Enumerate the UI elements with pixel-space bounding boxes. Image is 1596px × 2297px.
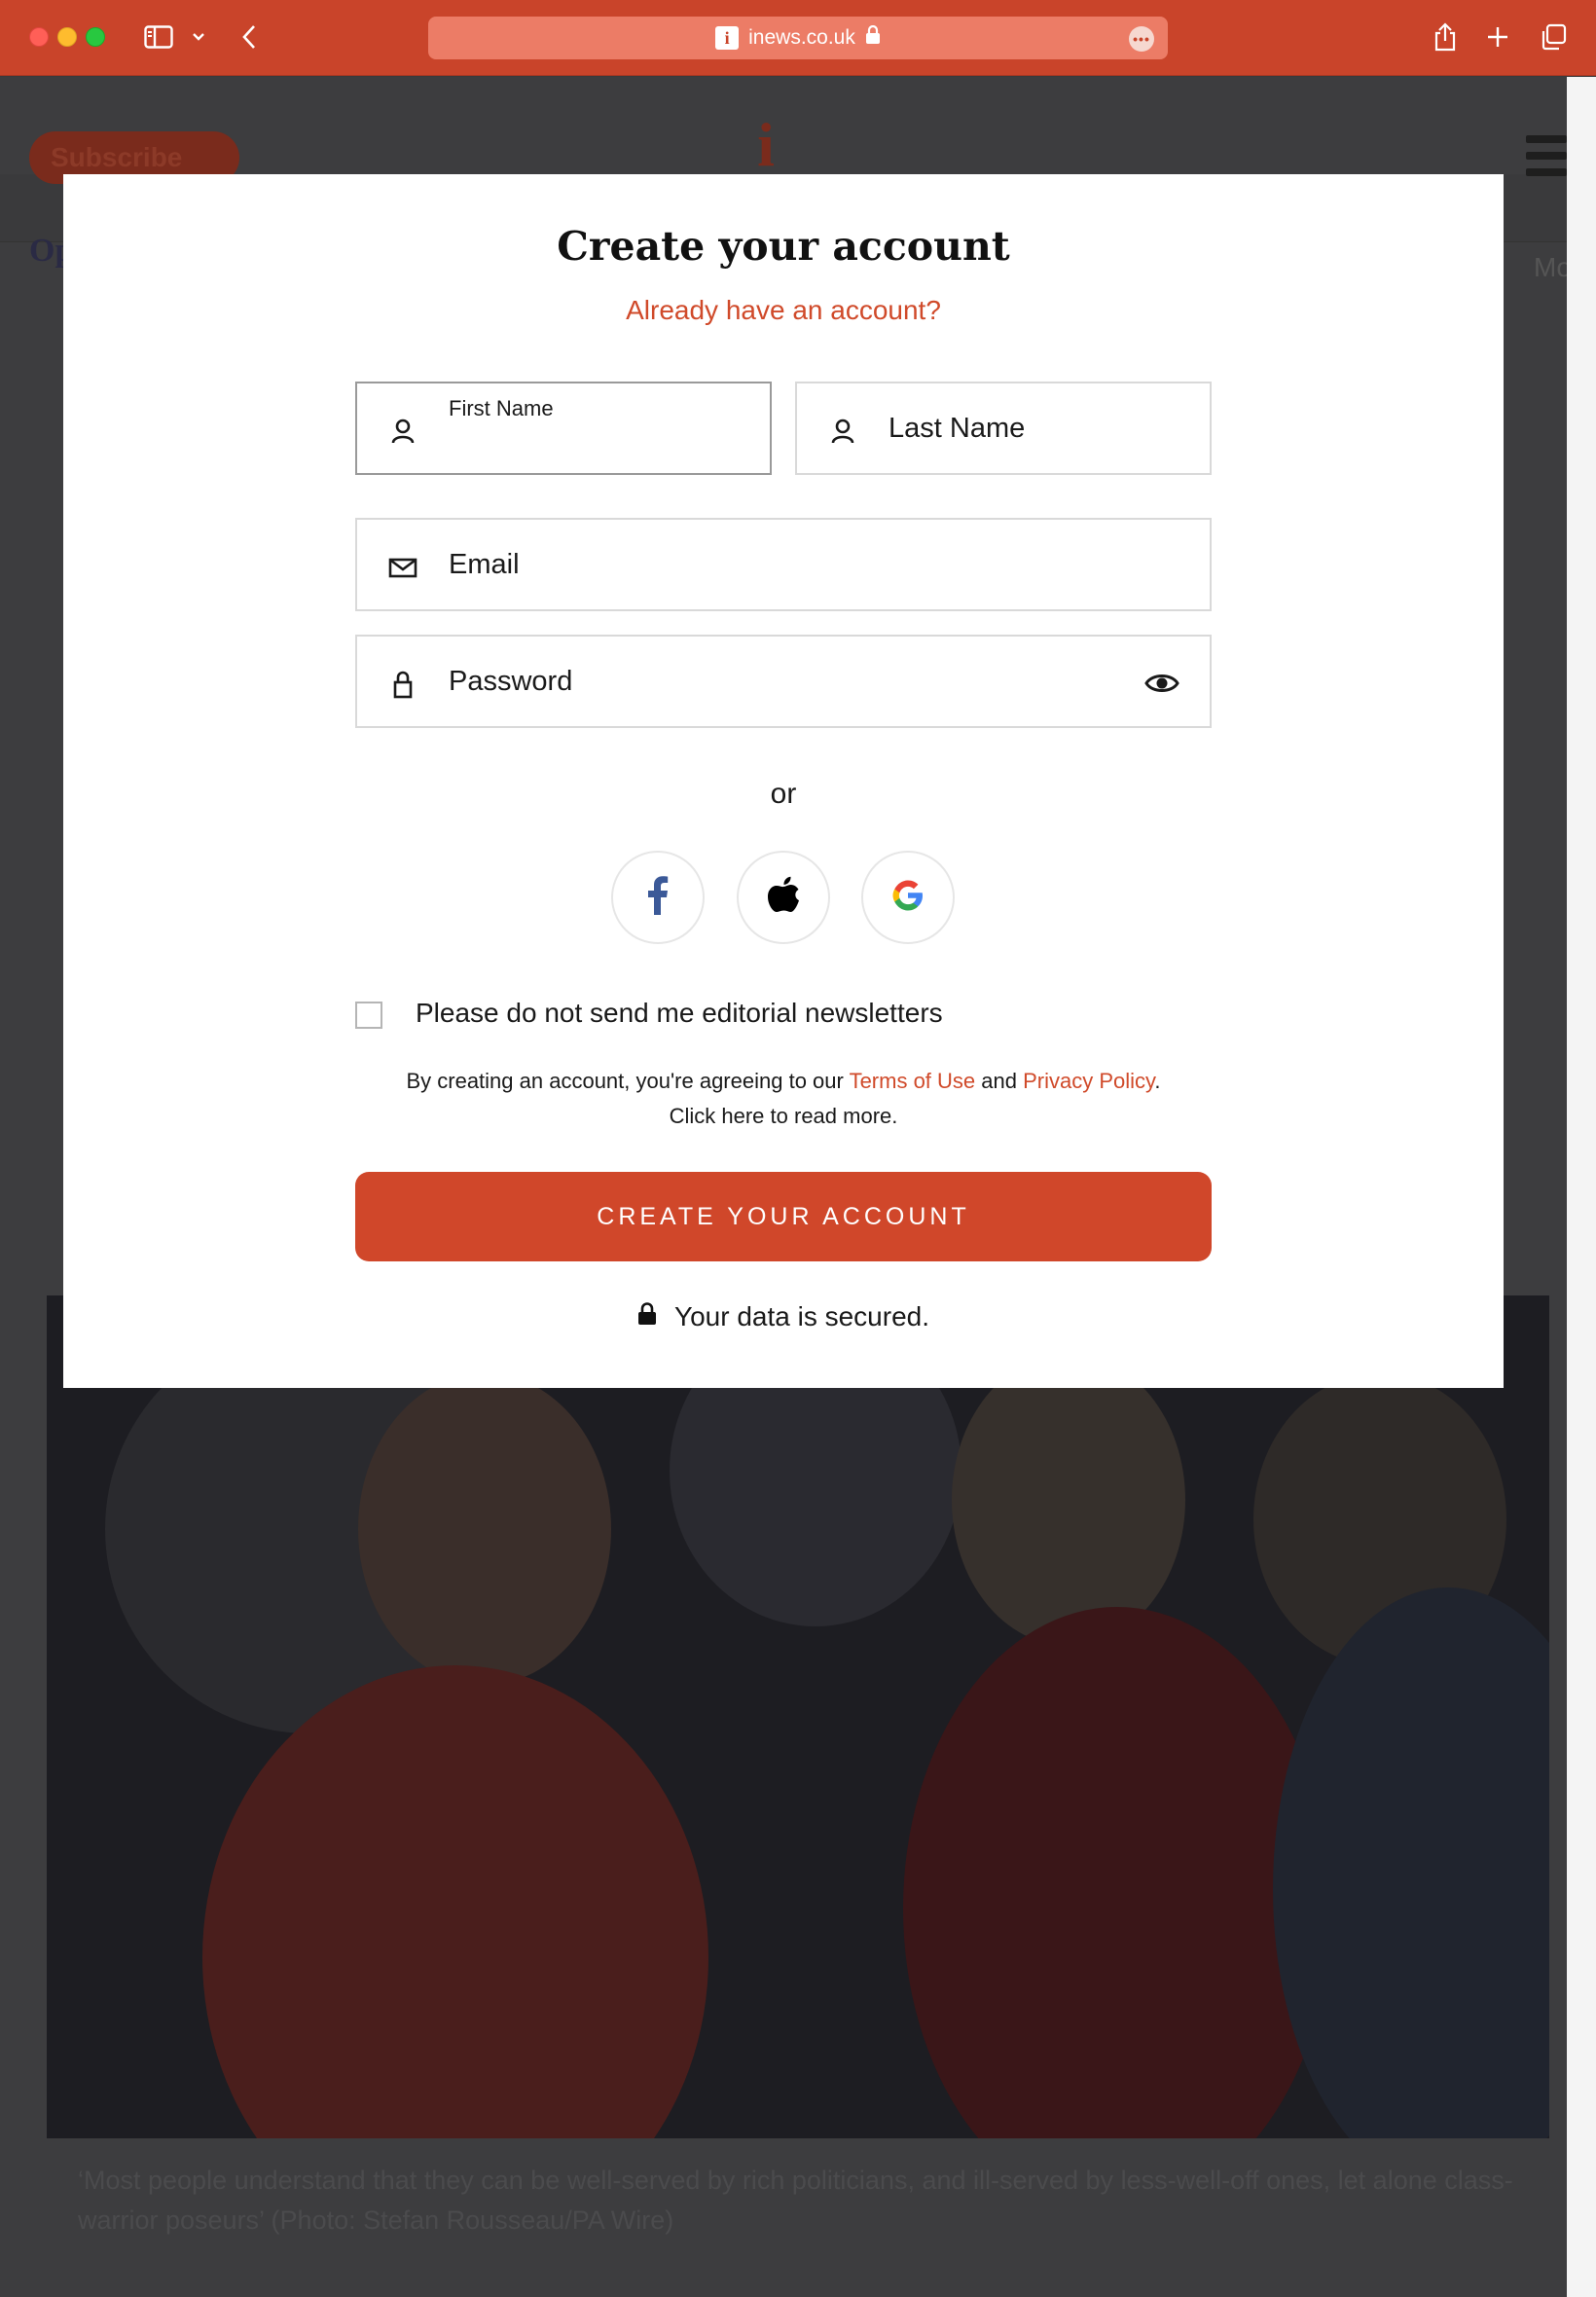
user-icon [828, 417, 857, 446]
lock-icon [865, 24, 881, 51]
password-label: Password [449, 666, 573, 697]
image-caption: ‘Most people understand that they can be… [78, 2166, 1513, 2235]
secure-notice: Your data is secured. [63, 1301, 1504, 1332]
nav-item-more: Mo [1534, 252, 1567, 282]
modal-title: Create your account [557, 223, 1010, 270]
facebook-login-button[interactable] [611, 851, 705, 944]
email-field[interactable]: Email [355, 518, 1212, 611]
padlock-icon [388, 670, 417, 699]
read-more-link[interactable]: Click here to read more. [63, 1099, 1504, 1134]
last-name-field[interactable]: Last Name [795, 382, 1212, 475]
sidebar-toggle-icon[interactable] [142, 19, 175, 55]
create-account-button[interactable]: CREATE YOUR ACCOUNT [355, 1172, 1212, 1261]
subscribe-label: Subscribe [51, 142, 183, 172]
chevron-down-icon[interactable] [189, 19, 208, 55]
site-favicon-icon: i [715, 26, 740, 50]
legal-prefix: By creating an account, you're agreeing … [406, 1069, 850, 1093]
new-tab-icon[interactable] [1483, 19, 1512, 55]
site-logo: i [757, 110, 775, 179]
apple-icon [767, 876, 800, 920]
menu-icon [1526, 135, 1567, 185]
show-password-eye-icon[interactable] [1143, 666, 1180, 701]
legal-and: and [975, 1069, 1024, 1093]
close-window-button[interactable] [29, 27, 49, 47]
minimize-window-button[interactable] [57, 27, 77, 47]
apple-login-button[interactable] [737, 851, 830, 944]
login-link[interactable]: Already have an account? [63, 295, 1504, 326]
create-account-modal: Create your account Already have an acco… [63, 174, 1504, 1388]
address-bar[interactable]: i inews.co.uk ••• [428, 17, 1168, 59]
google-login-button[interactable] [861, 851, 955, 944]
or-divider: or [770, 778, 797, 810]
maximize-window-button[interactable] [86, 27, 105, 47]
browser-toolbar: i inews.co.uk ••• [0, 0, 1596, 76]
password-field[interactable]: Password [355, 635, 1212, 728]
tab-overview-icon[interactable] [1538, 19, 1569, 55]
mail-icon [388, 553, 417, 582]
more-options-icon[interactable]: ••• [1129, 26, 1154, 52]
url-text: inews.co.uk [748, 26, 855, 49]
privacy-policy-link[interactable]: Privacy Policy [1023, 1069, 1154, 1093]
terms-of-use-link[interactable]: Terms of Use [850, 1069, 976, 1093]
google-icon [890, 878, 925, 918]
page-scrollbar[interactable] [1567, 77, 1596, 2297]
facebook-icon [647, 875, 669, 920]
first-name-field[interactable]: First Name [355, 382, 772, 475]
user-icon [388, 417, 417, 446]
newsletter-optout-checkbox[interactable] [355, 1002, 382, 1029]
secure-text: Your data is secured. [673, 1301, 930, 1331]
share-icon[interactable] [1431, 19, 1460, 55]
back-icon[interactable] [237, 19, 261, 55]
last-name-label: Last Name [889, 413, 1026, 444]
newsletter-optout-label: Please do not send me editorial newslett… [416, 998, 943, 1028]
legal-suffix: . [1154, 1069, 1161, 1093]
legal-notice: By creating an account, you're agreeing … [63, 1064, 1504, 1134]
first-name-label: First Name [449, 396, 554, 420]
secure-lock-icon [637, 1301, 657, 1332]
email-label: Email [449, 549, 520, 580]
article-hero-image [47, 1295, 1549, 2138]
